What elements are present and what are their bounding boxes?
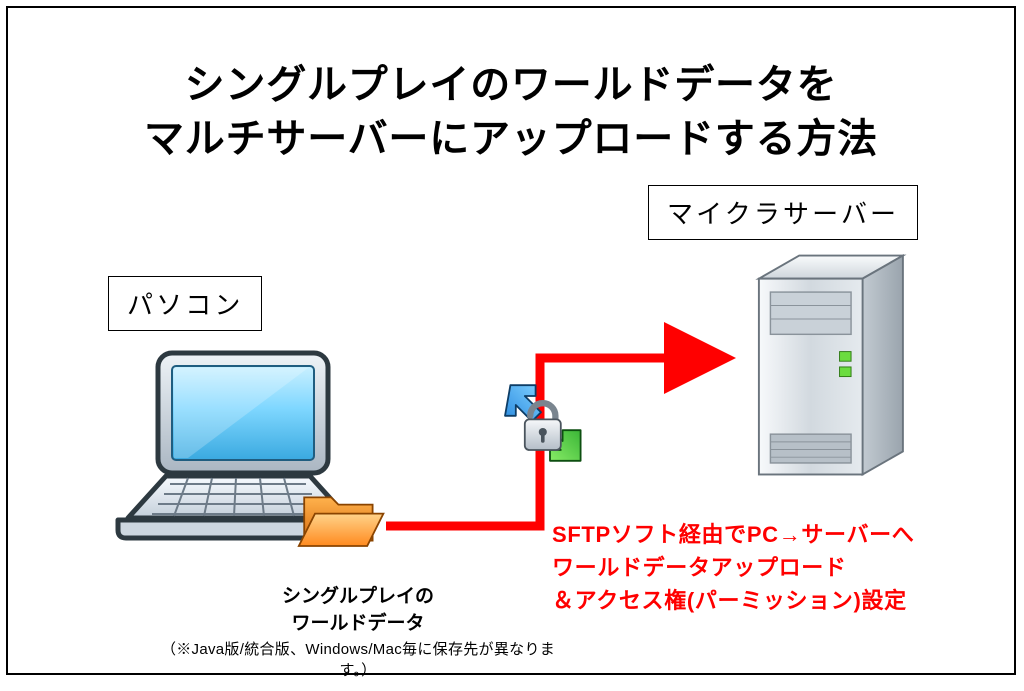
title-line-2: マルチサーバーにアップロードする方法 <box>144 117 878 161</box>
red-line-1: SFTPソフト経由でPC→サーバーへ <box>552 522 914 547</box>
sftp-lock-icon <box>496 378 586 468</box>
caption-pc-line2: ワールドデータ <box>291 613 424 634</box>
diagram-title: シングルプレイのワールドデータを マルチサーバーにアップロードする方法 <box>8 58 1014 166</box>
diagram-frame: シングルプレイのワールドデータを マルチサーバーにアップロードする方法 パソコン… <box>6 6 1016 675</box>
label-server: マイクラサーバー <box>648 185 918 240</box>
red-line-3: ＆アクセス権(パーミッション)設定 <box>552 588 907 613</box>
caption-pc: シングルプレイの ワールドデータ （※Java版/統合版、Windows/Mac… <box>148 584 568 681</box>
caption-pc-note: （※Java版/統合版、Windows/Mac毎に保存先が異なります。） <box>148 639 568 681</box>
label-pc: パソコン <box>108 276 262 331</box>
caption-pc-line1: シングルプレイの <box>282 586 434 607</box>
server-icon <box>748 246 933 486</box>
title-line-1: シングルプレイのワールドデータを <box>185 63 838 107</box>
transfer-description: SFTPソフト経由でPC→サーバーへ ワールドデータアップロード ＆アクセス権(… <box>552 518 914 617</box>
folder-icon <box>296 483 388 555</box>
red-line-2: ワールドデータアップロード <box>552 555 847 580</box>
